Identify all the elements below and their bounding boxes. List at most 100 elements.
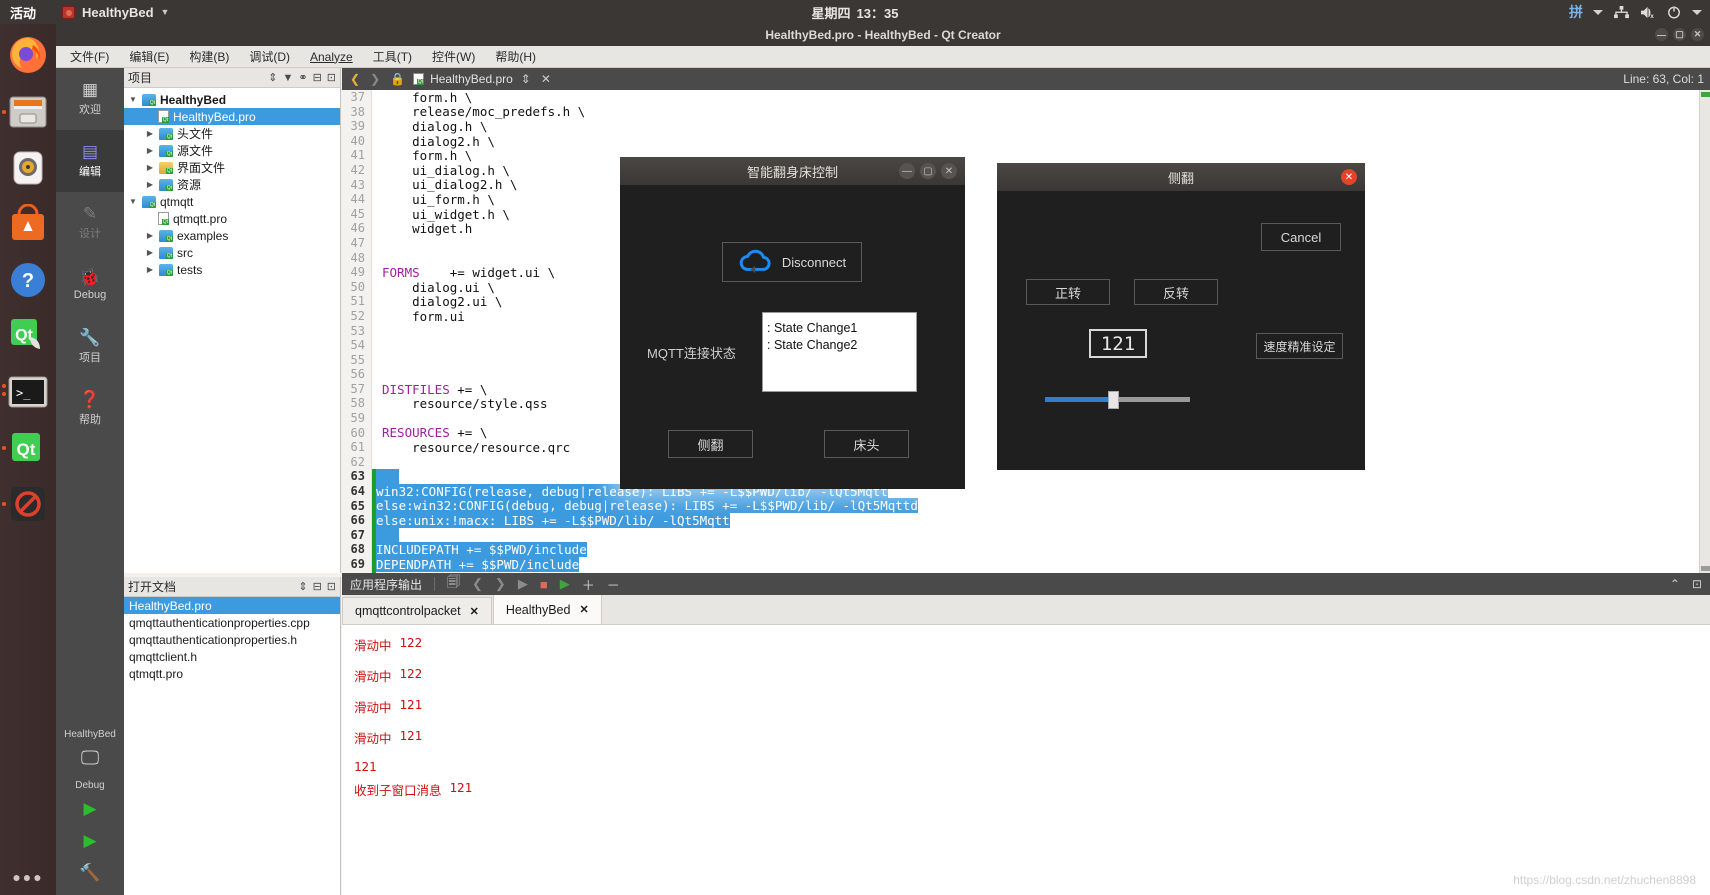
clock[interactable]: 星期四 13：35 xyxy=(812,3,899,22)
chevron-right-icon[interactable]: ▶ xyxy=(145,163,155,172)
stop-icon[interactable]: ■ xyxy=(540,577,548,592)
chevron-right-icon[interactable]: ▶ xyxy=(145,231,155,240)
zoom-in-icon[interactable]: ＋ xyxy=(582,575,595,594)
output-text[interactable]: 滑动中 122 滑动中 122 滑动中 121 滑动中 121 121 收到子窗口消息 1… xyxy=(342,625,1710,895)
menu-help[interactable]: 帮助(H) xyxy=(495,48,536,65)
close-button[interactable]: ✕ xyxy=(941,163,957,179)
show-applications-icon[interactable]: ●●● xyxy=(0,869,56,885)
kit-name[interactable]: HealthyBed xyxy=(56,725,124,742)
tree-item-qtmqtt[interactable]: ▼ qtmqtt xyxy=(124,193,340,210)
menu-file[interactable]: 文件(F) xyxy=(70,48,109,65)
activities-button[interactable]: 活动 xyxy=(10,3,36,22)
maximize-button[interactable]: ▢ xyxy=(920,163,936,179)
tree-item-healthybed[interactable]: ▼ HealthyBed xyxy=(124,91,340,108)
editor-scrollbar[interactable] xyxy=(1699,90,1710,573)
list-item[interactable]: HealthyBed.pro xyxy=(124,597,340,614)
minimize-button[interactable]: — xyxy=(1655,28,1668,41)
close-button[interactable]: ✕ xyxy=(1691,28,1704,41)
chevron-down-icon[interactable] xyxy=(1593,9,1603,15)
clear-icon[interactable]: 🗐 xyxy=(447,573,460,595)
close-icon[interactable]: ✕ xyxy=(579,603,588,616)
tab-qmqttcontrolpacket[interactable]: qmqttcontrolpacket ✕ xyxy=(342,597,492,624)
back-icon[interactable]: ❮ xyxy=(348,72,362,86)
menu-debug[interactable]: 调试(D) xyxy=(249,48,290,65)
sort-icon[interactable]: ⇕ xyxy=(298,580,307,593)
chevron-right-icon[interactable]: ▶ xyxy=(145,180,155,189)
editor-filename[interactable]: HealthyBed.pro xyxy=(430,72,513,86)
chevron-down-icon[interactable]: ▼ xyxy=(128,197,138,206)
tree-item-resources[interactable]: ▶ 资源 xyxy=(124,176,340,193)
close-icon[interactable]: ✕ xyxy=(539,72,553,86)
menu-tools[interactable]: 工具(T) xyxy=(373,48,412,65)
app-menu[interactable]: HealthyBed ▼ xyxy=(62,5,169,20)
minimize-button[interactable]: — xyxy=(899,163,915,179)
mode-help[interactable]: ❓ 帮助 xyxy=(56,378,124,440)
dock-item-terminal[interactable]: >_ xyxy=(0,364,56,420)
mode-welcome[interactable]: ▦ 欢迎 xyxy=(56,68,124,130)
mqtt-connect-button[interactable]: Disconnect xyxy=(722,242,862,282)
tree-item-qtmqtt-pro[interactable]: qtmqtt.pro xyxy=(124,210,340,227)
tree-item-src[interactable]: ▶ src xyxy=(124,244,340,261)
tree-item-examples[interactable]: ▶ examples xyxy=(124,227,340,244)
monitor-icon[interactable]: 🖵 xyxy=(56,742,124,776)
chevron-up-icon[interactable]: ⌃ xyxy=(1670,577,1680,591)
mode-projects[interactable]: 🔧 项目 xyxy=(56,316,124,378)
run-icon[interactable]: ▶ xyxy=(518,576,528,592)
menu-analyze[interactable]: Analyze xyxy=(310,50,353,64)
list-item[interactable]: qmqttclient.h xyxy=(124,648,340,665)
link-icon[interactable]: ⚭ xyxy=(298,71,307,84)
chevron-down-icon[interactable] xyxy=(1692,9,1702,15)
dock-item-files[interactable] xyxy=(0,84,56,140)
mode-debug[interactable]: 🐞 Debug xyxy=(56,254,124,316)
hammer-icon[interactable]: 🔨 xyxy=(56,857,124,895)
next-icon[interactable]: ❯ xyxy=(495,576,506,592)
tab-healthybed[interactable]: HealthyBed ✕ xyxy=(492,594,602,624)
tree-item-healthybed-pro[interactable]: HealthyBed.pro xyxy=(124,108,340,125)
forward-rotate-button[interactable]: 正转 xyxy=(1026,279,1110,305)
filter-icon[interactable]: ▼ xyxy=(282,72,293,84)
maximize-button[interactable]: ▢ xyxy=(1673,28,1686,41)
run-icon[interactable]: ▶ xyxy=(56,793,124,825)
bedhead-button[interactable]: 床头 xyxy=(824,430,909,458)
maximize-icon[interactable]: ⊡ xyxy=(1692,577,1702,591)
dock-item-help[interactable]: ? xyxy=(0,252,56,308)
dock-item-qt[interactable]: Qt xyxy=(0,420,56,476)
tree-item-headers[interactable]: ▶ 头文件 xyxy=(124,125,340,142)
list-item[interactable]: qmqttauthenticationproperties.h xyxy=(124,631,340,648)
list-item[interactable]: qmqttauthenticationproperties.cpp xyxy=(124,614,340,631)
split-icon[interactable]: ⊟ xyxy=(313,580,322,593)
mode-edit[interactable]: ▤ 编辑 xyxy=(56,130,124,192)
dock-item-forbidden[interactable] xyxy=(0,476,56,532)
build-config[interactable]: Debug xyxy=(56,776,124,793)
network-icon[interactable] xyxy=(1614,5,1629,19)
menu-widgets[interactable]: 控件(W) xyxy=(432,48,475,65)
hide-icon[interactable]: ⊡ xyxy=(327,580,336,593)
speed-setting-button[interactable]: 速度精准设定 xyxy=(1256,333,1343,359)
forward-icon[interactable]: ❯ xyxy=(368,72,382,86)
state-change-list[interactable]: : State Change1 : State Change2 xyxy=(762,312,917,392)
dock-item-qt-creator[interactable]: Qt xyxy=(0,308,56,364)
menu-edit[interactable]: 编辑(E) xyxy=(129,48,169,65)
dock-item-firefox[interactable] xyxy=(0,24,56,84)
flip-button[interactable]: 侧翻 xyxy=(668,430,753,458)
chevron-right-icon[interactable]: ▶ xyxy=(145,265,155,274)
debug-run-icon[interactable]: ▶ xyxy=(56,825,124,857)
tree-item-tests[interactable]: ▶ tests xyxy=(124,261,340,278)
menu-build[interactable]: 构建(B) xyxy=(189,48,229,65)
close-icon[interactable]: ✕ xyxy=(1341,169,1357,185)
zoom-out-icon[interactable]: － xyxy=(607,575,620,594)
tree-item-sources[interactable]: ▶ 源文件 xyxy=(124,142,340,159)
chevron-right-icon[interactable]: ▶ xyxy=(145,146,155,155)
dock-item-rhythmbox[interactable] xyxy=(0,140,56,196)
power-icon[interactable] xyxy=(1667,5,1681,19)
close-icon[interactable]: ✕ xyxy=(470,605,479,618)
reverse-rotate-button[interactable]: 反转 xyxy=(1134,279,1218,305)
cancel-button[interactable]: Cancel xyxy=(1261,223,1341,251)
slider-handle[interactable] xyxy=(1108,391,1119,409)
ime-icon[interactable]: 拼 xyxy=(1569,2,1583,22)
speed-slider[interactable] xyxy=(1045,389,1190,409)
chevron-right-icon[interactable]: ▶ xyxy=(145,129,155,138)
list-item[interactable]: qtmqtt.pro xyxy=(124,665,340,682)
hide-icon[interactable]: ⊡ xyxy=(327,71,336,84)
sort-icon[interactable]: ⇕ xyxy=(268,71,277,84)
